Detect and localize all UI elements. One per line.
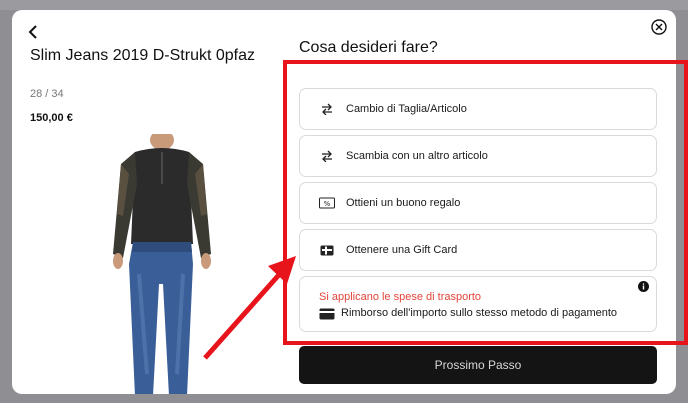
product-price: 150,00 €: [30, 112, 73, 124]
product-image: [113, 134, 211, 394]
back-button[interactable]: [22, 20, 46, 44]
annotation-highlight-box: [283, 60, 688, 345]
next-step-button[interactable]: Prossimo Passo: [299, 346, 657, 384]
product-size: 28 / 34: [30, 88, 64, 100]
close-button[interactable]: [650, 18, 668, 36]
product-name: Slim Jeans 2019 D-Strukt 0pfaz: [30, 47, 255, 64]
close-circle-icon: [651, 19, 667, 35]
chevron-left-icon: [28, 25, 37, 39]
question-title: Cosa desideri fare?: [299, 39, 438, 56]
backdrop: [0, 0, 688, 10]
